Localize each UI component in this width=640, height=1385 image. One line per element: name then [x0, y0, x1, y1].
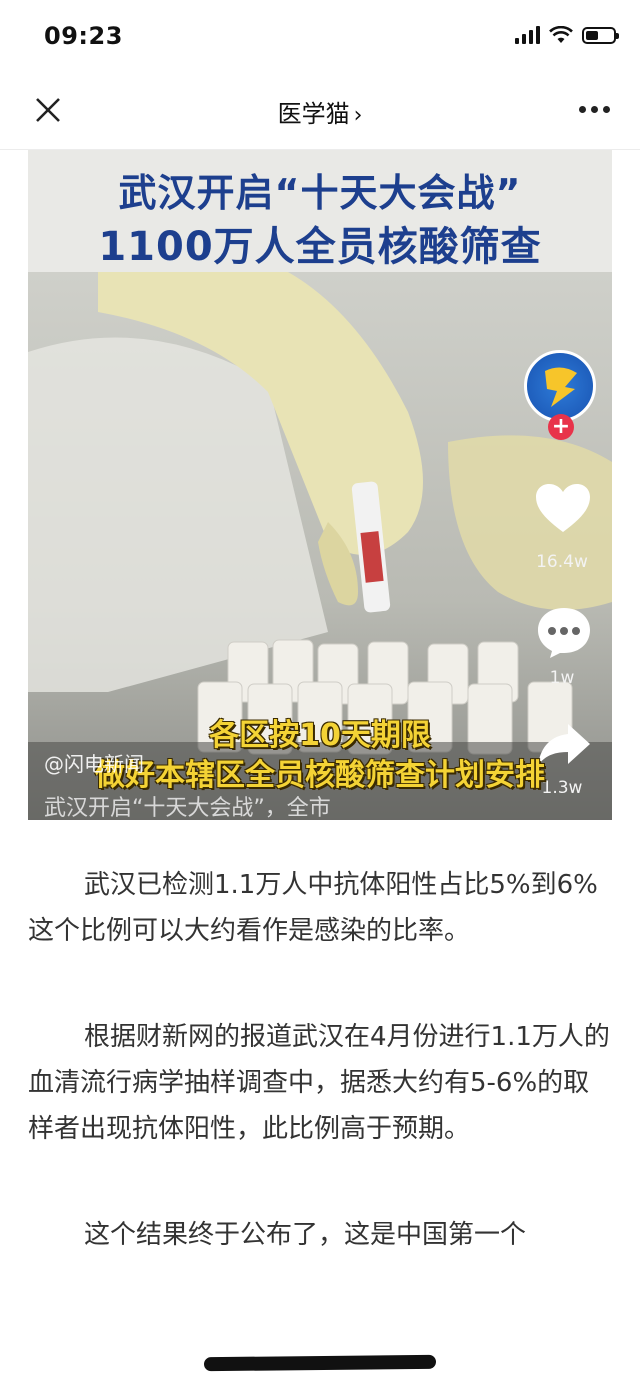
lightning-icon — [545, 367, 577, 407]
video-caption: 武汉开启“十天大会战”，全市 — [44, 796, 331, 820]
watermark: @闪电新闻 — [44, 752, 144, 776]
like-count: 16.4w — [536, 552, 588, 572]
wifi-icon — [549, 26, 573, 43]
battery-icon — [582, 26, 619, 44]
channel-avatar[interactable] — [524, 350, 596, 422]
heart-icon[interactable] — [534, 482, 592, 534]
image-headline-line2: 1100万人全员核酸筛查 — [98, 224, 542, 270]
account-title: 医学猫 — [277, 100, 350, 128]
article-paragraph: 根据财新网的报道武汉在4月份进行1.1万人的血清流行病学抽样调查中，据悉大约有5… — [28, 1022, 610, 1144]
account-title-link[interactable]: 医学猫 › — [0, 94, 640, 129]
article-paragraph: 这个结果终于公布了，这是中国第一个 — [84, 1220, 527, 1250]
article-paragraph: 武汉已检测1.1万人中抗体阳性占比5%到6%这个比例可以大约看作是感染的比率。 — [28, 870, 598, 946]
more-icon — [579, 106, 586, 113]
status-icons — [515, 26, 619, 44]
image-headline-band: 武汉开启“十天大会战” 1100万人全员核酸筛查 — [28, 150, 612, 273]
comment-count: 1w — [549, 668, 575, 688]
nav-bar: 医学猫 › — [0, 72, 640, 150]
more-button[interactable] — [579, 106, 610, 113]
article-image[interactable]: 武汉开启“十天大会战” 1100万人全员核酸筛查 + 16.4w 1w 1.3w… — [28, 150, 612, 820]
chevron-right-icon: › — [353, 103, 363, 128]
image-headline-line1: 武汉开启“十天大会战” — [118, 171, 522, 215]
status-bar: 09:23 — [0, 0, 640, 72]
status-time: 09:23 — [44, 22, 123, 50]
follow-button[interactable]: + — [548, 414, 574, 440]
battery-fill — [586, 30, 598, 40]
redaction-scribble — [203, 1354, 437, 1372]
article-body: 武汉已检测1.1万人中抗体阳性占比5%到6%这个比例可以大约看作是感染的比率。 … — [28, 862, 612, 1318]
comment-icon[interactable] — [534, 604, 594, 660]
signal-icon — [515, 26, 540, 44]
